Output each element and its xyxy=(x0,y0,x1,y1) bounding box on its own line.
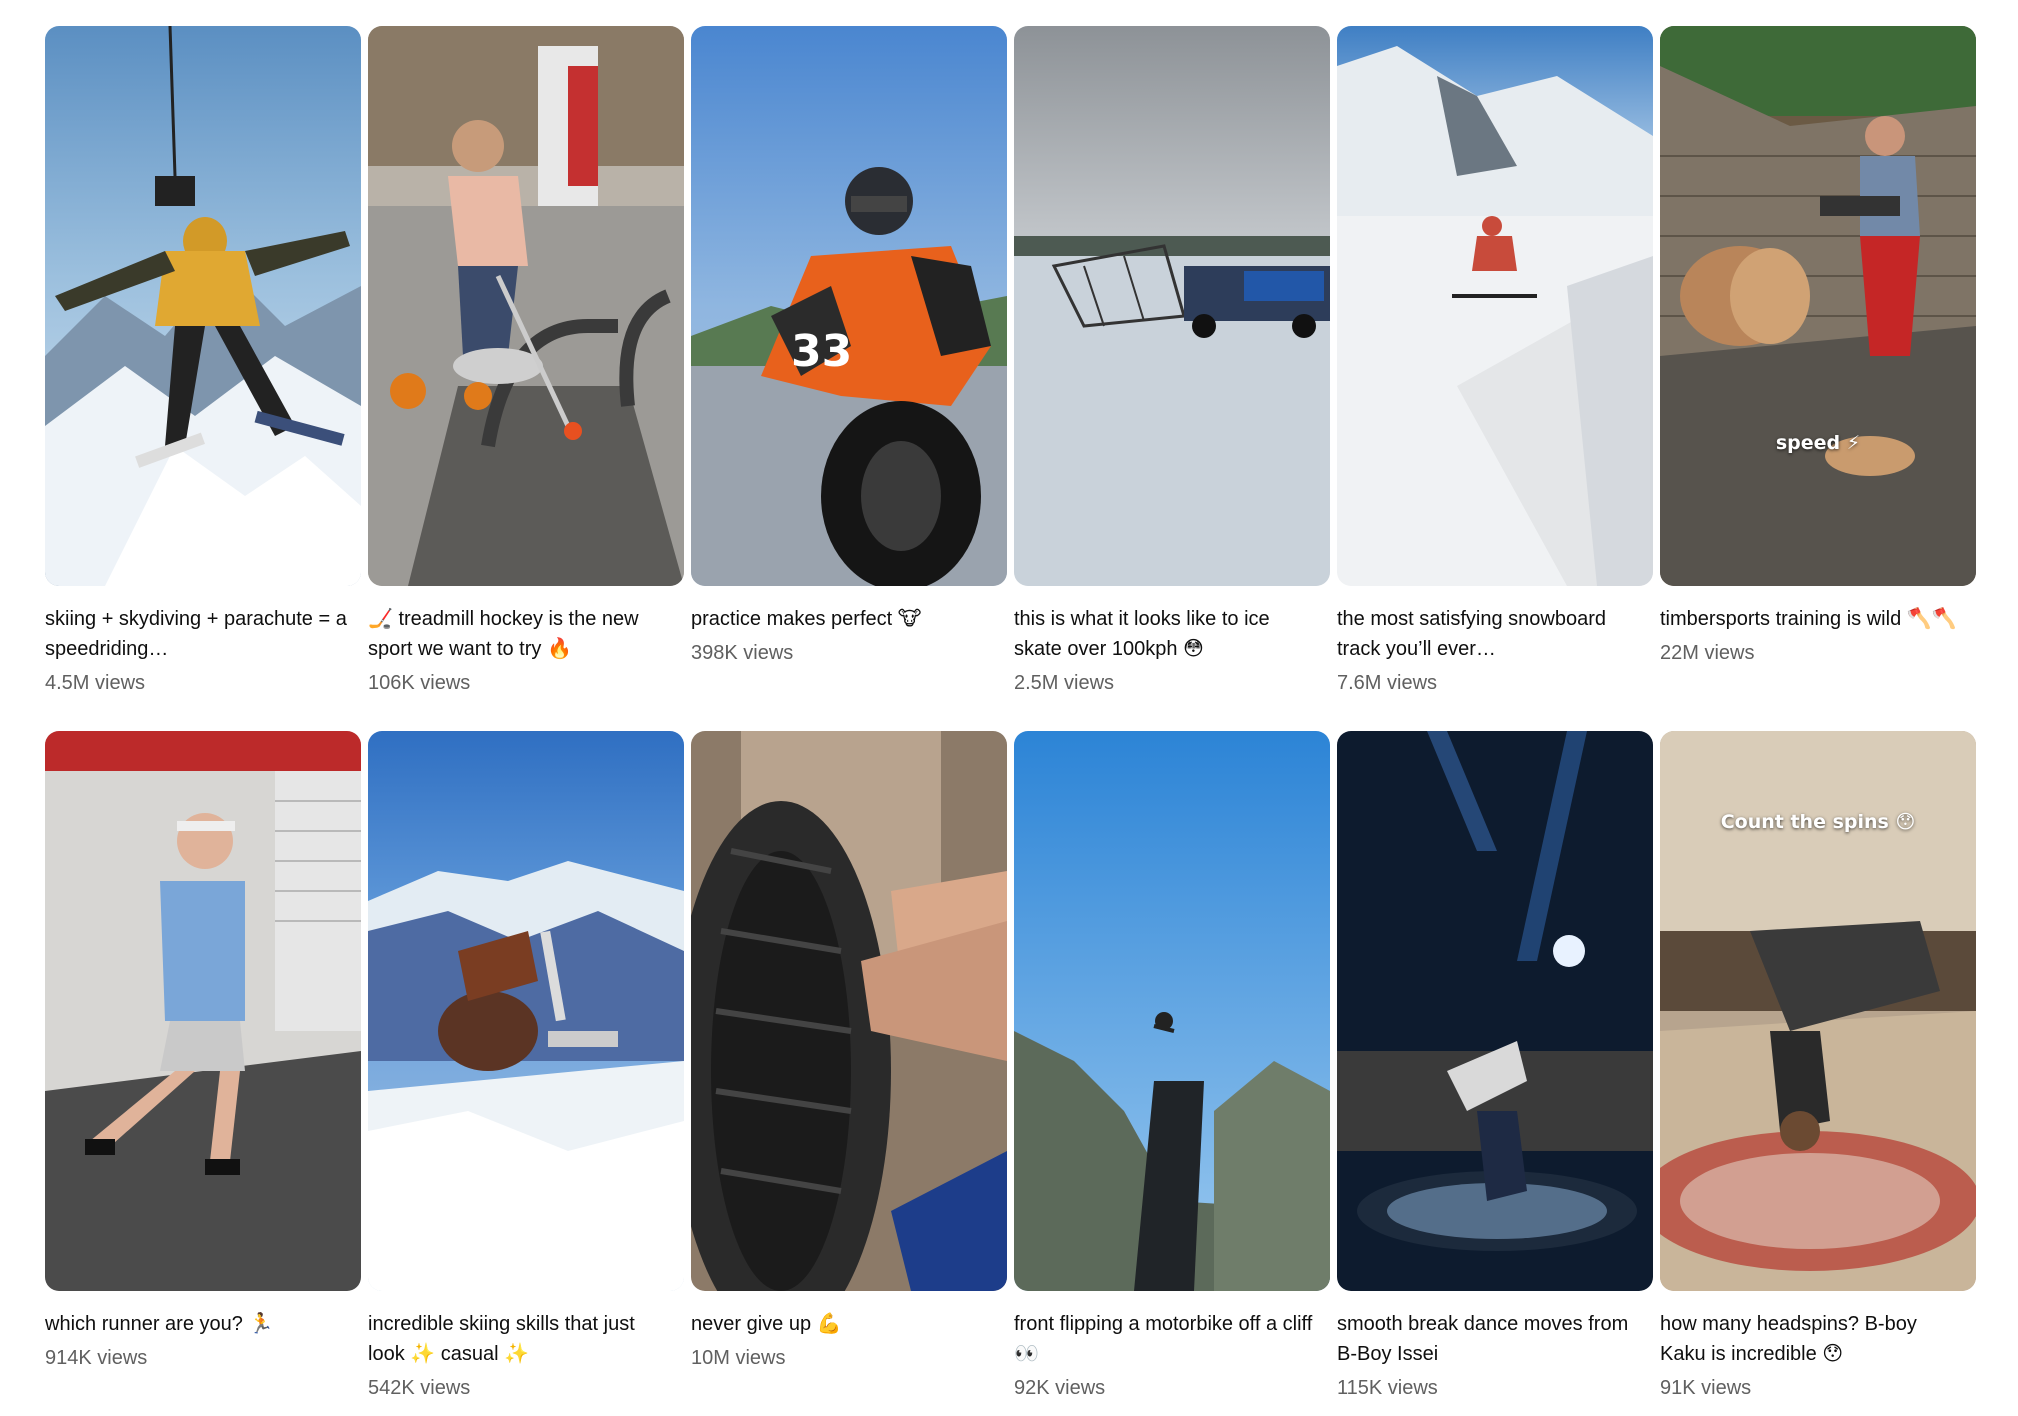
short-title[interactable]: never give up 💪 xyxy=(691,1309,1007,1339)
short-card[interactable]: speed ⚡ timbersports training is wild 🪓🪓… xyxy=(1660,26,1976,711)
short-views: 91K views xyxy=(1660,1377,1752,1399)
short-card[interactable]: the most satisfying snowboard track you’… xyxy=(1337,26,1653,711)
skiing-flip-thumbnail[interactable] xyxy=(368,731,684,1291)
short-views: 22M views xyxy=(1660,642,1755,664)
skier-parachute-thumbnail[interactable] xyxy=(45,26,361,586)
short-title[interactable]: skiing + skydiving + parachute = a speed… xyxy=(45,604,361,664)
short-views: 914K views xyxy=(45,1347,148,1369)
short-title[interactable]: the most satisfying snowboard track you’… xyxy=(1337,604,1653,664)
short-card[interactable]: 🏒 treadmill hockey is the new sport we w… xyxy=(368,26,684,711)
treadmill-hockey-thumbnail[interactable] xyxy=(368,26,684,586)
short-views: 115K views xyxy=(1337,1377,1438,1399)
short-views: 2.5M views xyxy=(1014,672,1115,694)
short-title[interactable]: which runner are you? 🏃 xyxy=(45,1309,361,1339)
short-title[interactable]: how many headspins? B-boy Kaku is incred… xyxy=(1660,1309,1976,1369)
short-card[interactable]: never give up 💪 10M views xyxy=(691,731,1007,1416)
short-title[interactable]: practice makes perfect 🐮 xyxy=(691,604,1007,634)
runner-thumbnail[interactable] xyxy=(45,731,361,1291)
short-card[interactable]: front flipping a motorbike off a cliff 👀… xyxy=(1014,731,1330,1416)
short-title[interactable]: this is what it looks like to ice skate … xyxy=(1014,604,1330,664)
short-views: 92K views xyxy=(1014,1377,1106,1399)
short-card[interactable]: incredible skiing skills that just look … xyxy=(368,731,684,1416)
ice-skate-thumbnail[interactable] xyxy=(1014,26,1330,586)
short-views: 4.5M views xyxy=(45,672,146,694)
short-views: 7.6M views xyxy=(1337,672,1438,694)
motorbike-cliff-thumbnail[interactable] xyxy=(1014,731,1330,1291)
short-card[interactable]: 33 practice makes perfect 🐮 398K views xyxy=(691,26,1007,711)
short-views: 10M views xyxy=(691,1347,786,1369)
short-card[interactable]: this is what it looks like to ice skate … xyxy=(1014,26,1330,711)
short-card[interactable]: Count the spins 😯 how many headspins? B-… xyxy=(1660,731,1976,1416)
tire-repair-thumbnail[interactable] xyxy=(691,731,1007,1291)
shorts-grid: skiing + skydiving + parachute = a speed… xyxy=(45,26,1976,1416)
short-title[interactable]: incredible skiing skills that just look … xyxy=(368,1309,684,1369)
short-card[interactable]: smooth break dance moves from B-Boy Isse… xyxy=(1337,731,1653,1416)
short-title[interactable]: front flipping a motorbike off a cliff 👀 xyxy=(1014,1309,1330,1369)
short-card[interactable]: skiing + skydiving + parachute = a speed… xyxy=(45,26,361,711)
short-title[interactable]: 🏒 treadmill hockey is the new sport we w… xyxy=(368,604,684,664)
breakdance-thumbnail[interactable] xyxy=(1337,731,1653,1291)
timbersports-thumbnail[interactable]: speed ⚡ xyxy=(1660,26,1976,586)
snowboard-thumbnail[interactable] xyxy=(1337,26,1653,586)
video-caption-overlay: speed ⚡ xyxy=(1775,432,1861,454)
video-caption-overlay: Count the spins 😯 xyxy=(1720,811,1916,833)
short-card[interactable]: which runner are you? 🏃 914K views xyxy=(45,731,361,1416)
motorbike-thumbnail[interactable]: 33 xyxy=(691,26,1007,586)
short-title[interactable]: timbersports training is wild 🪓🪓 xyxy=(1660,604,1976,634)
short-title[interactable]: smooth break dance moves from B-Boy Isse… xyxy=(1337,1309,1653,1369)
svg-text:33: 33 xyxy=(791,326,852,377)
headspin-thumbnail[interactable]: Count the spins 😯 xyxy=(1660,731,1976,1291)
short-views: 398K views xyxy=(691,642,794,664)
short-views: 106K views xyxy=(368,672,471,694)
short-views: 542K views xyxy=(368,1377,471,1399)
